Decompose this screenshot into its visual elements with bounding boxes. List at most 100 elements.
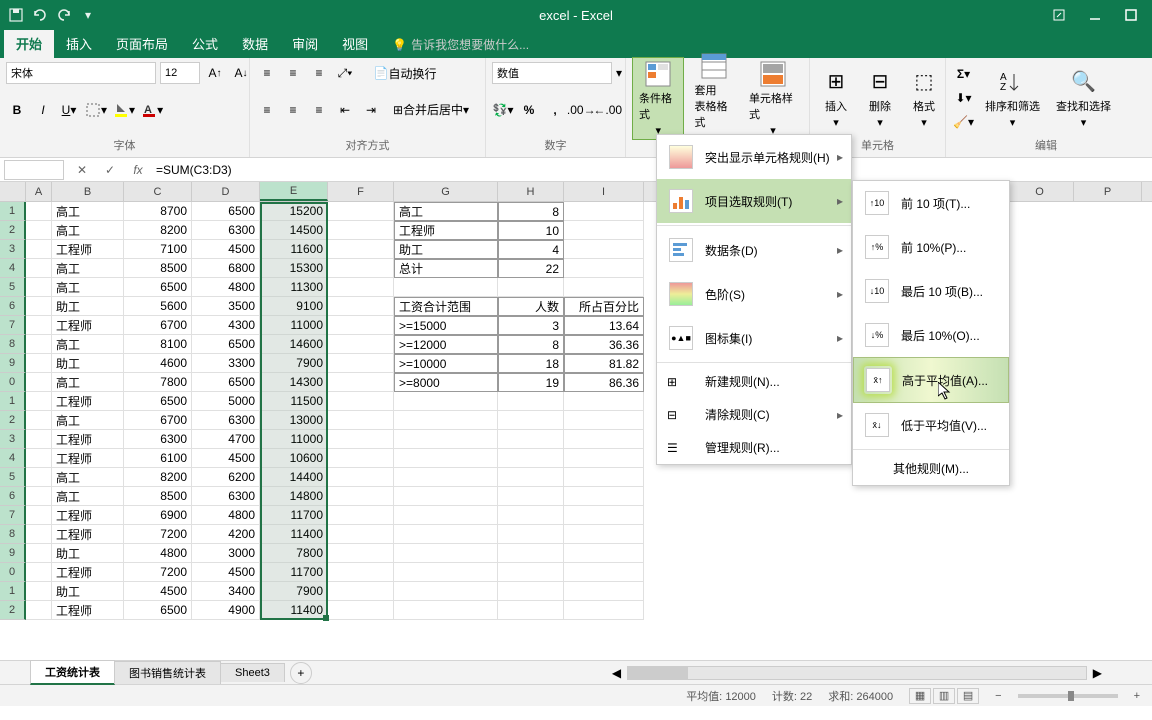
cell[interactable]: >=10000 <box>394 354 498 373</box>
cell[interactable]: 8 <box>498 335 564 354</box>
cell[interactable] <box>498 582 564 601</box>
align-left-icon[interactable]: ≡ <box>256 99 278 121</box>
cell[interactable] <box>394 563 498 582</box>
table-format-button[interactable]: 套用 表格格式▾ <box>688 50 738 147</box>
row-header[interactable]: 0 <box>0 563 26 582</box>
menu-other-rules[interactable]: 其他规则(M)... <box>853 452 1009 485</box>
cell[interactable]: 7100 <box>124 240 192 259</box>
merge-center-button[interactable]: ⊞ 合并后居中▾ <box>386 99 476 121</box>
add-sheet-button[interactable]: + <box>290 662 312 684</box>
cell[interactable]: 7200 <box>124 563 192 582</box>
cell[interactable]: 工程师 <box>52 316 124 335</box>
menu-top-bottom-rules[interactable]: 项目选取规则(T)▸ <box>657 179 851 223</box>
cell[interactable] <box>328 506 394 525</box>
cell[interactable]: 所占百分比 <box>564 297 644 316</box>
cell[interactable] <box>394 506 498 525</box>
cell[interactable]: 11700 <box>260 506 328 525</box>
cell[interactable] <box>26 544 52 563</box>
comma-icon[interactable]: , <box>544 99 566 121</box>
col-header[interactable]: P <box>1074 182 1142 201</box>
autosum-icon[interactable]: Σ▾ <box>952 63 975 85</box>
row-header[interactable]: 1 <box>0 202 26 221</box>
cell[interactable]: 高工 <box>394 202 498 221</box>
cell[interactable] <box>394 392 498 411</box>
tab-layout[interactable]: 页面布局 <box>104 29 180 58</box>
maximize-icon[interactable] <box>1122 6 1140 24</box>
border-button[interactable]: ▾ <box>84 99 108 121</box>
cell[interactable]: 4700 <box>192 430 260 449</box>
percent-icon[interactable]: % <box>518 99 540 121</box>
cell[interactable]: 13.64 <box>564 316 644 335</box>
cell[interactable]: 4500 <box>192 449 260 468</box>
row-header[interactable]: 2 <box>0 411 26 430</box>
cell[interactable]: 7200 <box>124 525 192 544</box>
row-header[interactable]: 3 <box>0 430 26 449</box>
cell[interactable]: 3000 <box>192 544 260 563</box>
cell[interactable] <box>328 582 394 601</box>
cell[interactable] <box>564 449 644 468</box>
row-header[interactable]: 5 <box>0 468 26 487</box>
cell[interactable]: 3500 <box>192 297 260 316</box>
row-header[interactable]: 6 <box>0 487 26 506</box>
cell[interactable]: 4500 <box>192 240 260 259</box>
sheet-tab[interactable]: 工资统计表 <box>30 660 115 685</box>
fx-icon[interactable]: fx <box>128 160 148 180</box>
menu-bottom10-percent[interactable]: ↓% 最后 10%(O)... <box>853 313 1009 357</box>
cell[interactable] <box>26 563 52 582</box>
cell[interactable] <box>498 601 564 620</box>
cell[interactable]: 6500 <box>192 373 260 392</box>
cell[interactable] <box>394 278 498 297</box>
cell[interactable]: 8500 <box>124 487 192 506</box>
cell[interactable]: 8200 <box>124 468 192 487</box>
cell[interactable] <box>564 278 644 297</box>
cell[interactable]: 19 <box>498 373 564 392</box>
cell[interactable] <box>328 449 394 468</box>
menu-icon-sets[interactable]: ●▲■ 图标集(I)▸ <box>657 316 851 360</box>
cell[interactable]: 高工 <box>52 487 124 506</box>
cell[interactable] <box>564 411 644 430</box>
cell[interactable] <box>498 449 564 468</box>
cell[interactable]: 8200 <box>124 221 192 240</box>
cell[interactable]: 6500 <box>192 202 260 221</box>
save-icon[interactable] <box>8 7 24 23</box>
cell[interactable] <box>26 582 52 601</box>
cell[interactable] <box>26 392 52 411</box>
row-header[interactable]: 9 <box>0 544 26 563</box>
col-header[interactable]: E <box>260 182 328 201</box>
cancel-formula-icon[interactable]: ✕ <box>72 160 92 180</box>
cell[interactable]: 86.36 <box>564 373 644 392</box>
decrease-font-icon[interactable]: A↓ <box>230 62 252 84</box>
cell[interactable]: 6500 <box>192 335 260 354</box>
cell[interactable] <box>564 202 644 221</box>
col-header[interactable]: H <box>498 182 564 201</box>
cell[interactable] <box>26 487 52 506</box>
cell[interactable] <box>328 221 394 240</box>
view-normal-icon[interactable]: ▦ <box>909 688 931 704</box>
cell[interactable]: 14300 <box>260 373 328 392</box>
cell[interactable] <box>26 525 52 544</box>
cell[interactable] <box>328 601 394 620</box>
cell[interactable]: 4900 <box>192 601 260 620</box>
row-header[interactable]: 0 <box>0 373 26 392</box>
cell[interactable] <box>328 392 394 411</box>
cell[interactable] <box>328 544 394 563</box>
cell[interactable] <box>564 468 644 487</box>
row-header[interactable]: 3 <box>0 240 26 259</box>
number-format-select[interactable] <box>492 62 612 84</box>
cell[interactable] <box>564 221 644 240</box>
cell[interactable]: 8500 <box>124 259 192 278</box>
cell[interactable] <box>564 392 644 411</box>
cell[interactable]: 6500 <box>124 601 192 620</box>
cell[interactable]: 11400 <box>260 601 328 620</box>
cell[interactable] <box>564 259 644 278</box>
cell[interactable] <box>394 582 498 601</box>
row-header[interactable]: 1 <box>0 392 26 411</box>
row-header[interactable]: 2 <box>0 221 26 240</box>
cell[interactable]: 7800 <box>260 544 328 563</box>
cell[interactable] <box>564 525 644 544</box>
underline-button[interactable]: U▾ <box>58 99 80 121</box>
cell[interactable] <box>498 506 564 525</box>
cell[interactable] <box>26 278 52 297</box>
cell[interactable]: 3300 <box>192 354 260 373</box>
cell[interactable]: 4800 <box>192 278 260 297</box>
